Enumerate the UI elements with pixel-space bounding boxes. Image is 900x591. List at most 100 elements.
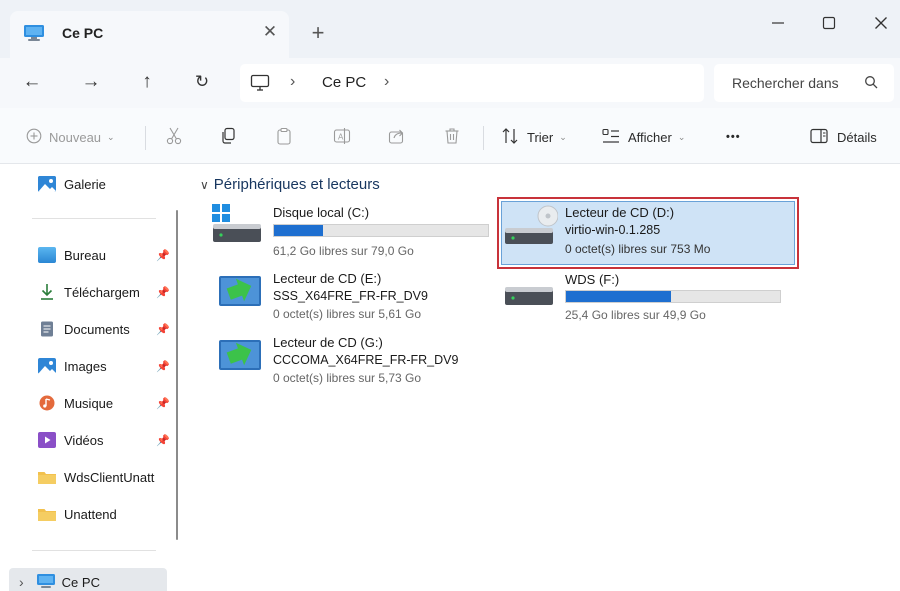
more-options-button[interactable]: ••• [726, 124, 741, 150]
sidebar-item-videos[interactable]: Vidéos 📌 [38, 427, 170, 453]
drive-name: Lecteur de CD (G:) [273, 335, 383, 350]
storage-usage-bar [565, 290, 781, 303]
computer-icon [36, 573, 56, 591]
clipboard-icon [276, 127, 292, 148]
back-button[interactable]: ← [18, 68, 46, 96]
tab-ce-pc[interactable]: Ce PC ✕ [10, 11, 289, 58]
sidebar-item-wdsclientunatt[interactable]: WdsClientUnatt [38, 464, 170, 490]
drive-item-g[interactable]: Lecteur de CD (G:) CCCOMA_X64FRE_FR-FR_D… [218, 334, 488, 394]
storage-usage-bar [273, 224, 489, 237]
drive-item-e[interactable]: Lecteur de CD (E:) SSS_X64FRE_FR-FR_DV9 … [218, 270, 478, 330]
section-title: Périphériques et lecteurs [213, 176, 380, 193]
sidebar-item-bureau[interactable]: Bureau 📌 [38, 242, 170, 268]
music-icon [38, 395, 56, 411]
sort-button[interactable]: Trier ⌄ [501, 124, 567, 150]
details-pane-icon [810, 128, 828, 147]
view-button[interactable]: Afficher ⌄ [602, 124, 685, 150]
drive-name: WDS (F:) [565, 272, 620, 287]
volume-label: SSS_X64FRE_FR-FR_DV9 [273, 289, 428, 303]
document-icon [38, 321, 56, 337]
breadcrumb-ce-pc[interactable]: Ce PC [322, 74, 366, 91]
devices-section-header[interactable]: ∨ Périphériques et lecteurs [200, 176, 380, 193]
minimize-button[interactable] [763, 9, 793, 37]
pin-icon: 📌 [156, 360, 170, 373]
refresh-button[interactable]: ↻ [188, 68, 216, 96]
folder-icon [38, 506, 56, 522]
toolbar-divider [145, 126, 146, 150]
drive-name: Disque local (C:) [273, 205, 370, 220]
close-tab-button[interactable]: ✕ [259, 21, 281, 43]
sidebar-item-images[interactable]: Images 📌 [38, 353, 170, 379]
drive-free-space: 61,2 Go libres sur 79,0 Go [273, 244, 414, 258]
rename-button[interactable]: A [333, 124, 351, 150]
details-button[interactable]: Détails [810, 124, 877, 150]
drive-item-d[interactable]: Lecteur de CD (D:) virtio-win-0.1.285 0 … [504, 204, 794, 264]
sort-icon [501, 127, 519, 147]
desktop-icon [38, 247, 56, 263]
pictures-icon [38, 358, 56, 374]
pin-icon: 📌 [156, 397, 170, 410]
chevron-down-icon: ⌄ [677, 131, 686, 142]
sidebar-item-label: Musique [64, 395, 114, 411]
gallery-icon [38, 176, 56, 192]
close-window-button[interactable] [866, 9, 896, 37]
chevron-down-icon: ⌄ [107, 131, 115, 142]
sidebar-item-documents[interactable]: Documents 📌 [38, 316, 170, 342]
sidebar-item-label: Bureau [64, 247, 106, 263]
sidebar-scrollbar[interactable] [176, 210, 178, 540]
drive-name: Lecteur de CD (D:) [565, 205, 675, 220]
up-button[interactable]: ↑ [133, 68, 161, 96]
dvd-install-icon [218, 270, 264, 315]
delete-button[interactable] [444, 124, 460, 150]
sidebar-item-telechargements[interactable]: Téléchargem 📌 [38, 279, 170, 305]
download-icon [38, 284, 56, 300]
sidebar-item-label: Documents [64, 321, 130, 337]
storage-usage-fill [566, 291, 671, 302]
paste-button[interactable] [276, 124, 292, 150]
search-input[interactable]: Rechercher dans [732, 75, 850, 91]
drive-free-space: 0 octet(s) libres sur 5,73 Go [273, 371, 422, 385]
pin-icon: 📌 [156, 434, 170, 447]
folder-icon [38, 469, 56, 485]
rename-icon: A [333, 127, 351, 148]
copy-button[interactable] [220, 124, 236, 150]
search-box[interactable]: Rechercher dans [714, 64, 894, 102]
pin-icon: 📌 [156, 286, 170, 299]
drive-item-f[interactable]: WDS (F:) 25,4 Go libres sur 49,9 Go [504, 271, 794, 331]
scissors-icon [166, 127, 182, 148]
search-icon [864, 75, 878, 94]
plus-circle-icon [26, 128, 42, 147]
trash-icon [444, 127, 460, 148]
sidebar-item-unattend[interactable]: Unattend [38, 501, 170, 527]
breadcrumb-chevron[interactable]: › [384, 73, 389, 91]
hard-drive-icon [504, 281, 556, 316]
chevron-down-icon: ∨ [200, 177, 209, 192]
sidebar-item-label: Téléchargem [64, 284, 140, 300]
computer-icon [23, 24, 45, 47]
monitor-icon [250, 74, 270, 97]
forward-button[interactable]: → [77, 68, 105, 96]
drive-free-space: 0 octet(s) libres sur 5,61 Go [273, 307, 422, 321]
address-bar[interactable]: › Ce PC › [240, 64, 704, 102]
navigation-pane: Galerie Bureau 📌 Téléchargem 📌 Documents… [0, 164, 180, 591]
volume-label: CCCOMA_X64FRE_FR-FR_DV9 [273, 353, 459, 367]
sidebar-item-ce-pc[interactable]: › Ce PC [9, 568, 167, 591]
chevron-right-icon[interactable]: › [19, 574, 24, 590]
dvd-install-icon [218, 334, 264, 379]
sidebar-item-galerie[interactable]: Galerie [38, 171, 170, 197]
sidebar-item-label: Galerie [64, 176, 106, 192]
view-icon [602, 128, 620, 147]
share-button[interactable] [388, 124, 406, 150]
sort-label: Trier [527, 129, 554, 145]
details-label: Détails [837, 129, 877, 145]
view-label: Afficher [628, 129, 672, 145]
new-button[interactable]: Nouveau ⌄ [26, 124, 115, 150]
maximize-button[interactable] [814, 9, 844, 37]
new-tab-button[interactable]: + [306, 22, 330, 46]
share-icon [388, 127, 406, 148]
title-bar: Ce PC ✕ + [0, 0, 900, 58]
sidebar-item-musique[interactable]: Musique 📌 [38, 390, 170, 416]
drive-item-c[interactable]: Disque local (C:) 61,2 Go libres sur 79,… [212, 204, 492, 264]
cut-button[interactable] [166, 124, 182, 150]
copy-icon [220, 127, 236, 148]
